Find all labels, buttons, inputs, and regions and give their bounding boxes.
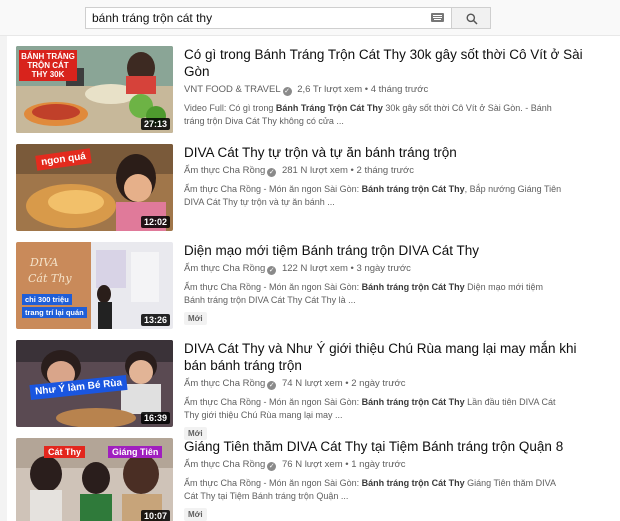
view-count: 122 N lượt xem [281,263,348,274]
video-title[interactable]: DIVA Cát Thy tự trộn và tự ăn bánh tráng… [184,144,584,161]
video-duration: 10:07 [140,510,170,521]
upload-age: 2 ngày trước [351,378,406,389]
verified-icon: ✓ [267,168,277,177]
video-duration: 27:13 [140,118,170,130]
top-bar [0,0,620,36]
video-thumbnail[interactable]: BÁNH TRÁNG TRỘN CÁT THY 30K 27:13 [16,46,173,133]
video-title[interactable]: Diện mạo mới tiệm Bánh tráng trộn DIVA C… [184,242,584,259]
video-description: Video Full: Có gì trong Bánh Tráng Trộn … [184,103,552,126]
channel-name[interactable]: Ẩm thực Cha Rồng [184,263,265,274]
view-count: 76 N lượt xem [281,459,343,470]
video-description: Ẩm thực Cha Rồng - Món ăn ngon Sài Gòn: … [184,282,544,305]
video-title[interactable]: Giáng Tiên thăm DIVA Cát Thy tại Tiệm Bá… [184,438,584,455]
view-count: 281 N lượt xem [281,165,348,176]
video-meta-row: VNT FOOD & TRAVEL ✓ 2,6 Tr lượt xem • 4 t… [184,84,429,96]
video-duration: 13:26 [140,314,170,326]
verified-icon: ✓ [282,87,292,96]
thumbnail-caption: Cát Thy [44,446,86,458]
keyboard-icon[interactable] [431,13,444,22]
video-meta-row: Ẩm thực Cha Rồng ✓ 76 N lượt xem • 1 ngày… [184,459,406,471]
search-input[interactable] [86,8,421,28]
thumbnail-caption: chỉ 300 triệu [22,294,72,305]
thumbnail-caption-secondary: trang trí lại quán [22,307,87,318]
verified-icon: ✓ [267,381,277,390]
search-button[interactable] [451,7,491,29]
video-meta-row: Ẩm thực Cha Rồng ✓ 122 N lượt xem • 3 ngà… [184,263,411,275]
left-rail [0,36,7,521]
video-thumbnail[interactable]: ngon quá 12:02 [16,144,173,231]
video-thumbnail[interactable]: DIVA Cát Thy chỉ 300 triệu trang trí lại… [16,242,173,329]
video-duration: 16:39 [140,412,170,424]
upload-age: 3 ngày trước [356,263,411,274]
video-description: Ẩm thực Cha Rồng - Món ăn ngon Sài Gòn: … [184,478,556,501]
svg-text:Cát Thy: Cát Thy [28,272,72,285]
video-meta-row: Ẩm thực Cha Rồng ✓ 281 N lượt xem • 2 thá… [184,165,414,177]
new-badge: Mới [184,312,207,325]
video-description: Ẩm thực Cha Rồng - Món ăn ngon Sài Gòn: … [184,184,562,207]
channel-name[interactable]: VNT FOOD & TRAVEL [184,84,281,95]
view-count: 74 N lượt xem [281,378,343,389]
search-box[interactable] [85,7,451,29]
video-title[interactable]: DIVA Cát Thy và Như Ý giới thiệu Chú Rùa… [184,340,584,374]
channel-name[interactable]: Ẩm thực Cha Rồng [184,378,265,389]
verified-icon: ✓ [267,462,277,471]
upload-age: 2 tháng trước [356,165,414,176]
channel-name[interactable]: Ẩm thực Cha Rồng [184,459,265,470]
channel-name[interactable]: Ẩm thực Cha Rồng [184,165,265,176]
new-badge: Mới [184,508,207,521]
thumbnail-caption: BÁNH TRÁNG TRỘN CÁT THY 30K [19,50,77,81]
video-description: Ẩm thực Cha Rồng - Món ăn ngon Sài Gòn: … [184,397,556,420]
video-thumbnail[interactable]: Như Ý làm Bé Rùa 16:39 [16,340,173,427]
svg-text:DIVA: DIVA [29,256,58,269]
thumbnail-caption-secondary: Giáng Tiên [108,446,163,458]
video-duration: 12:02 [140,216,170,228]
video-meta-row: Ẩm thực Cha Rồng ✓ 74 N lượt xem • 2 ngày… [184,378,406,390]
view-count: 2,6 Tr lượt xem [297,84,363,95]
video-thumbnail[interactable]: Cát Thy Giáng Tiên 10:07 [16,438,173,521]
upload-age: 1 ngày trước [351,459,406,470]
search-icon [466,13,478,25]
video-title[interactable]: Có gì trong Bánh Tráng Trộn Cát Thy 30k … [184,46,584,80]
upload-age: 4 tháng trước [370,84,429,95]
verified-icon: ✓ [267,266,277,275]
